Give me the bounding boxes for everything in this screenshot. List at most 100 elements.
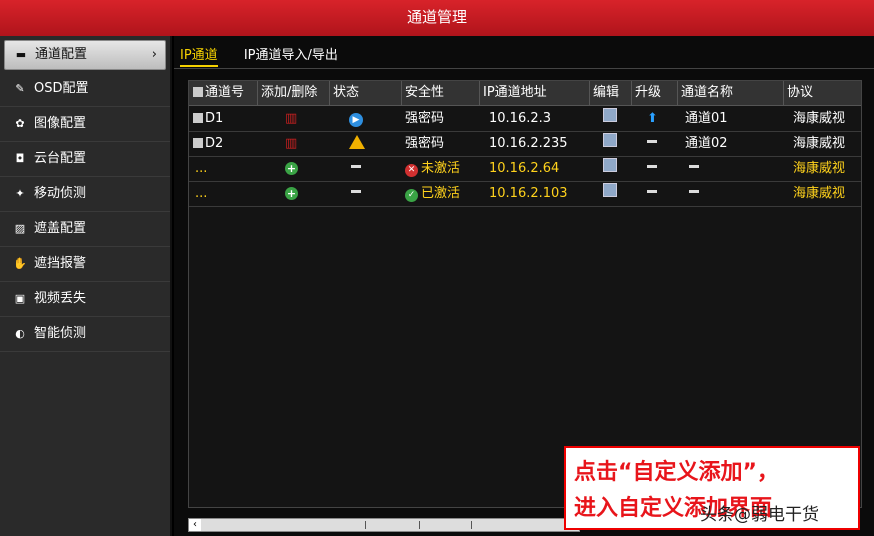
delete-icon[interactable]: ▥ — [285, 107, 305, 131]
select-all-checkbox[interactable] — [193, 87, 203, 97]
sidebar-item-label: OSD配置 — [34, 81, 89, 96]
sidebar: ▬ 通道配置 › ✎ OSD配置 ✿ 图像配置 ◘ 云台配置 ✦ 移动侦测 ▨ 遮盖配置 ✋… — [0, 36, 172, 536]
status-online-icon: ▶ — [349, 107, 369, 131]
watermark: 头条@弱电干货 — [700, 505, 819, 525]
security-value: 强密码 — [405, 111, 445, 126]
sidebar-item-label: 云台配置 — [34, 151, 87, 166]
sidebar-item-image-config[interactable]: ✿ 图像配置 — [0, 107, 170, 142]
horizontal-scrollbar[interactable]: ‹ — [188, 518, 580, 532]
ip-address: 10.16.2.64 — [489, 161, 560, 176]
video-loss-icon: ▣ — [14, 292, 26, 305]
no-name-dash — [689, 182, 709, 206]
header-protocol: 协议 — [787, 85, 814, 100]
edit-icon[interactable] — [603, 107, 623, 131]
header-label: 通道号 — [205, 85, 245, 100]
protocol: 海康威视 — [793, 111, 846, 126]
edit-icon[interactable] — [603, 182, 623, 206]
active-check-icon: ✓ — [405, 189, 418, 202]
tamper-icon: ✋ — [13, 257, 27, 270]
no-upgrade-dash — [647, 132, 667, 156]
upgrade-icon[interactable]: ⬆ — [647, 107, 667, 131]
security-value: ✕ 未激活 — [405, 157, 485, 181]
security-label: 已激活 — [421, 186, 461, 201]
protocol: 海康威视 — [793, 186, 846, 201]
header-status: 状态 — [333, 85, 360, 100]
status-none-dash — [351, 157, 371, 181]
smart-icon: ◐ — [15, 327, 25, 340]
table-row[interactable]: D2 ▥ 强密码 10.16.2.235 通道02 海康威视 — [189, 132, 861, 157]
sidebar-item-label: 遮挡报警 — [34, 256, 87, 271]
sidebar-item-label: 移动侦测 — [34, 186, 87, 201]
ip-address: 10.16.2.235 — [489, 136, 568, 151]
sidebar-item-smart-detection[interactable]: ◐ 智能侦测 — [0, 317, 170, 352]
channel-table: 通道号 添加/删除 状态 安全性 IP通道地址 编辑 升级 通道名称 协议 D1… — [188, 80, 862, 508]
row-channel[interactable]: D1 — [193, 107, 257, 131]
add-icon[interactable]: + — [285, 157, 305, 181]
protocol: 海康威视 — [793, 161, 846, 176]
security-value: ✓ 已激活 — [405, 182, 485, 206]
chevron-right-icon: › — [151, 47, 157, 62]
sidebar-item-video-loss[interactable]: ▣ 视频丢失 — [0, 282, 170, 317]
row-checkbox[interactable] — [193, 113, 203, 123]
tab-bar: IP通道 IP通道导入/导出 — [180, 44, 360, 68]
edit-icon[interactable] — [603, 157, 623, 181]
tab-ip-import-export[interactable]: IP通道导入/导出 — [244, 44, 338, 63]
row-checkbox[interactable] — [193, 138, 203, 148]
sidebar-item-ptz-config[interactable]: ◘ 云台配置 — [0, 142, 170, 177]
edit-icon[interactable] — [603, 132, 623, 156]
channel-number: D2 — [205, 136, 224, 151]
status-warning-icon — [349, 132, 369, 156]
sidebar-item-label: 智能侦测 — [34, 326, 87, 341]
channel-name: 通道02 — [685, 136, 728, 151]
tab-divider — [174, 68, 874, 69]
image-icon: ✿ — [15, 117, 25, 130]
inactive-icon: ✕ — [405, 164, 418, 177]
window-title: 通道管理 — [0, 0, 874, 36]
header-edit: 编辑 — [593, 85, 620, 100]
no-name-dash — [689, 157, 709, 181]
row-channel[interactable]: D2 — [193, 132, 257, 156]
add-icon[interactable]: + — [285, 182, 305, 206]
security-value: 强密码 — [405, 136, 445, 151]
scroll-left-arrow-icon[interactable]: ‹ — [189, 519, 201, 531]
channel-number: ... — [195, 161, 208, 176]
ptz-icon: ◘ — [15, 152, 25, 165]
ip-address: 10.16.2.103 — [489, 186, 568, 201]
sidebar-item-privacy-mask[interactable]: ▨ 遮盖配置 — [0, 212, 170, 247]
callout-line-1: 点击“自定义添加”， — [574, 460, 779, 485]
header-security: 安全性 — [405, 85, 445, 100]
table-header: 通道号 添加/删除 状态 安全性 IP通道地址 编辑 升级 通道名称 协议 — [189, 81, 861, 106]
header-channel-name: 通道名称 — [681, 85, 734, 100]
table-row[interactable]: ... + ✕ 未激活 10.16.2.64 海康威视 — [189, 157, 861, 182]
header-upgrade: 升级 — [635, 85, 662, 100]
sidebar-item-label: 通道配置 — [35, 47, 88, 62]
sidebar-item-label: 遮盖配置 — [34, 221, 87, 236]
sidebar-item-label: 图像配置 — [34, 116, 87, 131]
sidebar-item-channel-config[interactable]: ▬ 通道配置 › — [4, 40, 166, 70]
camera-icon: ▬ — [15, 48, 27, 61]
sidebar-item-tamper-alarm[interactable]: ✋ 遮挡报警 — [0, 247, 170, 282]
status-none-dash — [351, 182, 371, 206]
delete-icon[interactable]: ▥ — [285, 132, 305, 156]
scroll-tick — [365, 521, 366, 529]
sidebar-item-osd-config[interactable]: ✎ OSD配置 — [0, 72, 170, 107]
table-row[interactable]: ... + ✓ 已激活 10.16.2.103 海康威视 — [189, 182, 861, 207]
scroll-tick — [471, 521, 472, 529]
channel-number: D1 — [205, 111, 224, 126]
header-ip-address: IP通道地址 — [483, 85, 547, 100]
motion-icon: ✦ — [15, 187, 25, 200]
sidebar-item-label: 视频丢失 — [34, 291, 87, 306]
header-channel[interactable]: 通道号 — [193, 81, 257, 105]
security-label: 未激活 — [421, 161, 461, 176]
scroll-tick — [419, 521, 420, 529]
sidebar-item-motion-detection[interactable]: ✦ 移动侦测 — [0, 177, 170, 212]
no-upgrade-dash — [647, 182, 667, 206]
channel-number: ... — [195, 186, 208, 201]
ip-address: 10.16.2.3 — [489, 111, 552, 126]
osd-icon: ✎ — [15, 82, 25, 95]
no-upgrade-dash — [647, 157, 667, 181]
channel-name: 通道01 — [685, 111, 728, 126]
tab-ip-channel[interactable]: IP通道 — [180, 44, 218, 67]
mask-icon: ▨ — [14, 222, 26, 235]
table-row[interactable]: D1 ▥ ▶ 强密码 10.16.2.3 ⬆ 通道01 海康威视 — [189, 107, 861, 132]
